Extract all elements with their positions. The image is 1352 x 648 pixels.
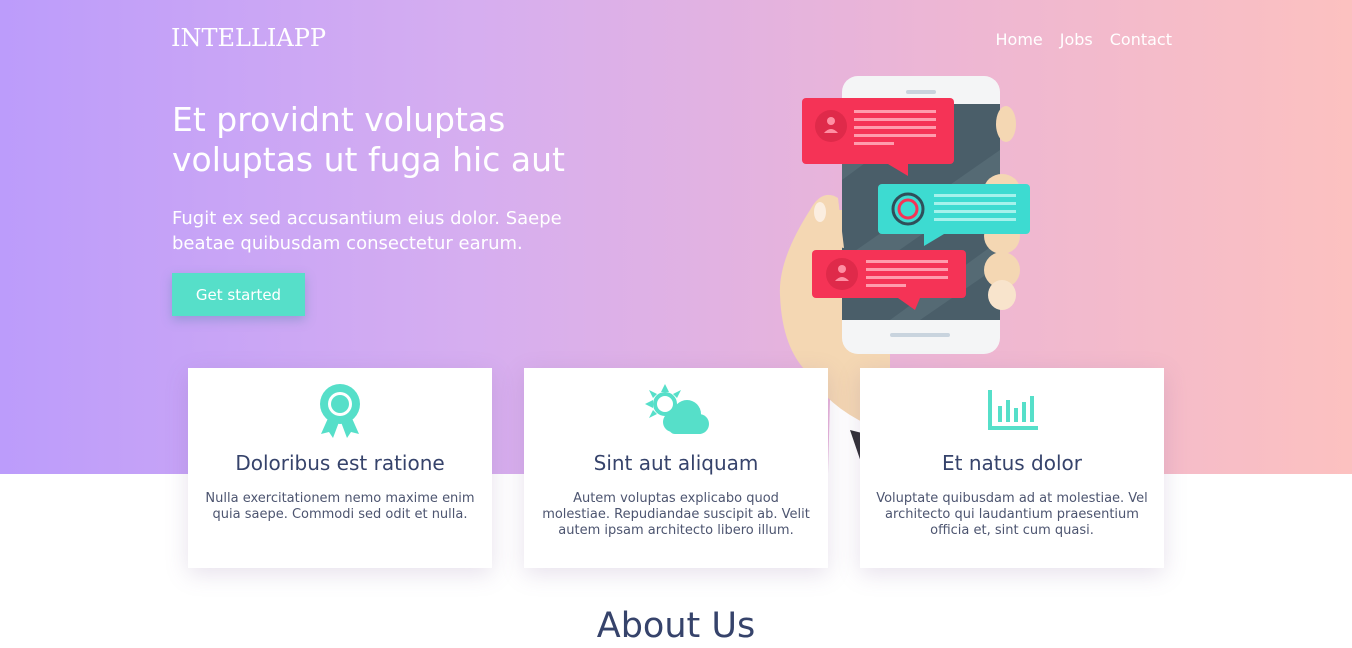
- main-nav: Home Jobs Contact: [996, 30, 1173, 49]
- feature-card-3: Et natus dolor Voluptate quibusdam ad at…: [860, 368, 1164, 568]
- feature-card-2: Sint aut aliquam Autem voluptas explicab…: [524, 368, 828, 568]
- get-started-button[interactable]: Get started: [172, 273, 305, 316]
- feature-card-1: Doloribus est ratione Nulla exercitation…: [188, 368, 492, 568]
- nav-item-contact[interactable]: Contact: [1110, 30, 1172, 49]
- nav-item-home[interactable]: Home: [996, 30, 1043, 49]
- nav-item-jobs[interactable]: Jobs: [1060, 30, 1093, 49]
- sun-cloud-icon: [645, 384, 709, 434]
- about-heading: About Us: [596, 606, 756, 646]
- feature-text: Autem voluptas explicabo quod molestiae.…: [542, 491, 810, 538]
- feature-text: Nulla exercitationem nemo maxime enim qu…: [205, 491, 475, 522]
- feature-text: Voluptate quibusdam ad at molestiae. Vel…: [876, 491, 1148, 538]
- feature-title: Et natus dolor: [941, 451, 1082, 475]
- feature-title: Sint aut aliquam: [593, 451, 759, 475]
- brand-logo[interactable]: INTELLIAPP: [171, 24, 326, 52]
- hero-subtitle: Fugit ex sed accusantium eius dolor. Sae…: [172, 208, 562, 254]
- ribbon-award-icon: [320, 384, 360, 438]
- hero-title: Et providnt voluptas voluptas ut fuga hi…: [172, 100, 565, 179]
- feature-title: Doloribus est ratione: [235, 451, 445, 475]
- bar-chart-icon: [988, 390, 1038, 430]
